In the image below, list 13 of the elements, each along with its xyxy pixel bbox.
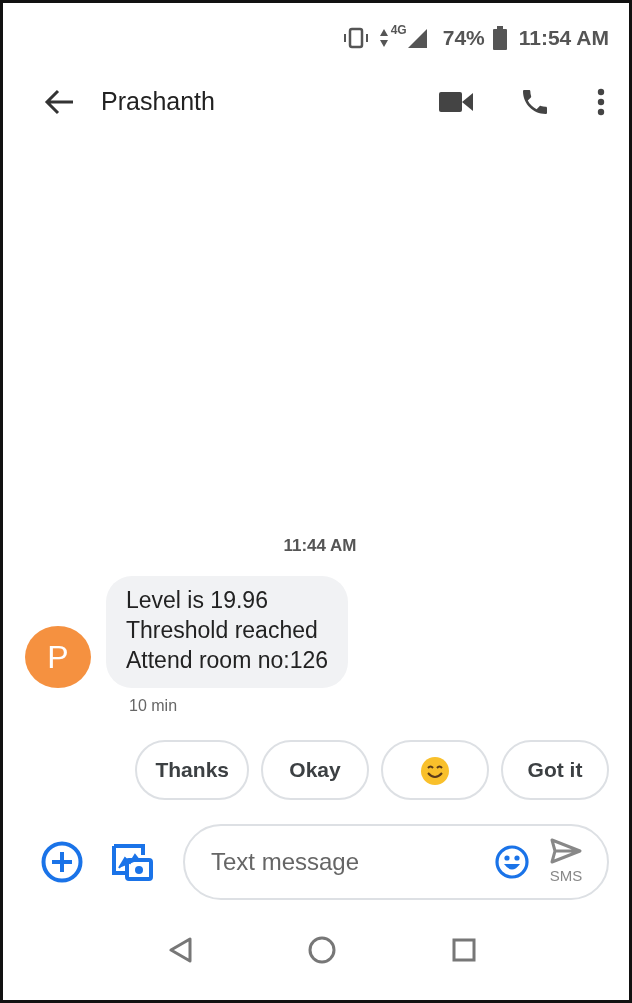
network-type: 4G (390, 22, 407, 39)
message-age: 10 min (129, 697, 178, 714)
suggestion-chip[interactable]: Thanks (135, 740, 249, 800)
contact-avatar: P (25, 626, 91, 688)
suggestion-chip[interactable]: Got it (501, 740, 609, 800)
message-timestamp: 11:44 AM (283, 535, 357, 555)
battery-percentage: 74% (442, 25, 485, 52)
message-bubble: Level is 19.96 Threshold reached Attend room no:126 (106, 576, 349, 688)
send-button[interactable]: SMS (549, 836, 583, 888)
suggestion-chip[interactable]: Okay (261, 740, 369, 800)
clock: 11:54 AM (518, 25, 609, 52)
message-input-field[interactable]: Text message SMS (183, 824, 609, 900)
contact-name: Prashanth (101, 86, 216, 118)
